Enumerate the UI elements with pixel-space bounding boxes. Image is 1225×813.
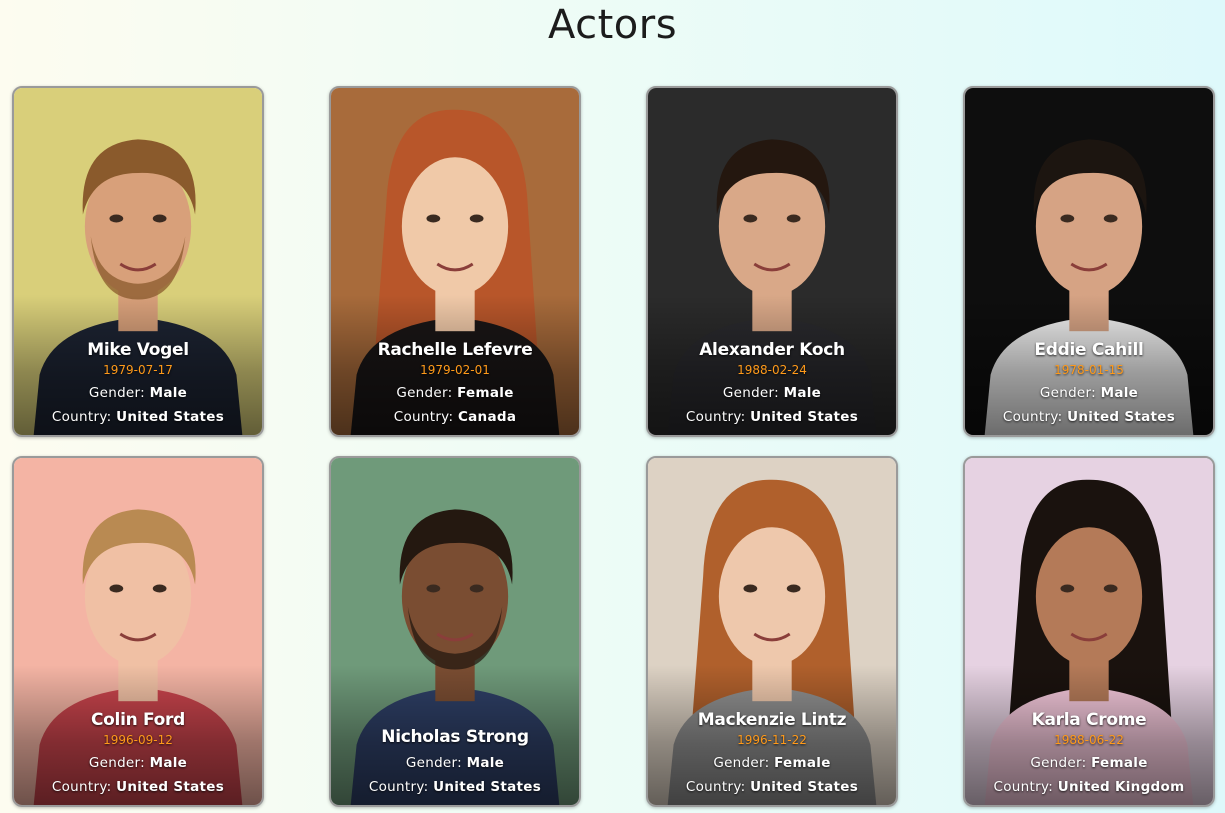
actor-gender: Gender: Female — [1030, 755, 1148, 771]
actor-birthday: 1979-02-01 — [420, 363, 490, 377]
actor-gender: Gender: Male — [88, 385, 188, 401]
actor-info: Eddie Cahill 1978-01-15 Gender: Male Cou… — [965, 340, 1213, 425]
actor-country: Country: United Kingdom — [993, 779, 1185, 795]
actor-name: Nicholas Strong — [381, 727, 529, 747]
actor-info: Rachelle Lefevre 1979-02-01 Gender: Fema… — [331, 340, 579, 425]
actor-card[interactable]: Mackenzie Lintz 1996-11-22 Gender: Femal… — [646, 456, 898, 807]
actor-card[interactable]: Nicholas Strong Gender: Male Country: Un… — [329, 456, 581, 807]
actor-country: Country: Canada — [393, 409, 517, 425]
actor-country: Country: United States — [1002, 409, 1176, 425]
actor-card[interactable]: Alexander Koch 1988-02-24 Gender: Male C… — [646, 86, 898, 437]
actor-info: Mike Vogel 1979-07-17 Gender: Male Count… — [14, 340, 262, 425]
actor-birthday: 1988-02-24 — [737, 363, 807, 377]
actor-country: Country: United States — [685, 779, 859, 795]
actor-card[interactable]: Rachelle Lefevre 1979-02-01 Gender: Fema… — [329, 86, 581, 437]
actor-gender: Gender: Female — [713, 755, 831, 771]
page-title: Actors — [547, 2, 678, 48]
actor-gender: Gender: Male — [722, 385, 822, 401]
actor-card[interactable]: Mike Vogel 1979-07-17 Gender: Male Count… — [12, 86, 264, 437]
actor-birthday: 1978-01-15 — [1054, 363, 1124, 377]
actor-info: Alexander Koch 1988-02-24 Gender: Male C… — [648, 340, 896, 425]
actor-birthday: 1979-07-17 — [103, 363, 173, 377]
actor-gender: Gender: Male — [88, 755, 188, 771]
actor-card[interactable]: Eddie Cahill 1978-01-15 Gender: Male Cou… — [963, 86, 1215, 437]
actor-info: Nicholas Strong Gender: Male Country: Un… — [331, 727, 579, 795]
actor-name: Alexander Koch — [699, 340, 845, 360]
actor-gender: Gender: Male — [405, 755, 505, 771]
actor-name: Karla Crome — [1031, 710, 1147, 730]
actor-gender: Gender: Female — [396, 385, 514, 401]
actor-info: Karla Crome 1988-06-22 Gender: Female Co… — [965, 710, 1213, 795]
actor-birthday: 1996-09-12 — [103, 733, 173, 747]
actor-birthday: 1988-06-22 — [1054, 733, 1124, 747]
actor-grid: Mike Vogel 1979-07-17 Gender: Male Count… — [12, 86, 1216, 808]
actor-country: Country: United States — [368, 779, 542, 795]
actor-name: Mackenzie Lintz — [697, 710, 847, 730]
actor-name: Mike Vogel — [87, 340, 189, 360]
actor-name: Rachelle Lefevre — [377, 340, 533, 360]
actor-name: Eddie Cahill — [1034, 340, 1144, 360]
actor-country: Country: United States — [51, 409, 225, 425]
actor-country: Country: United States — [685, 409, 859, 425]
actor-card[interactable]: Karla Crome 1988-06-22 Gender: Female Co… — [963, 456, 1215, 807]
actor-info: Mackenzie Lintz 1996-11-22 Gender: Femal… — [648, 710, 896, 795]
actor-name: Colin Ford — [91, 710, 185, 730]
actor-info: Colin Ford 1996-09-12 Gender: Male Count… — [14, 710, 262, 795]
actor-birthday: 1996-11-22 — [737, 733, 807, 747]
actor-country: Country: United States — [51, 779, 225, 795]
actor-card[interactable]: Colin Ford 1996-09-12 Gender: Male Count… — [12, 456, 264, 807]
actor-gender: Gender: Male — [1039, 385, 1139, 401]
